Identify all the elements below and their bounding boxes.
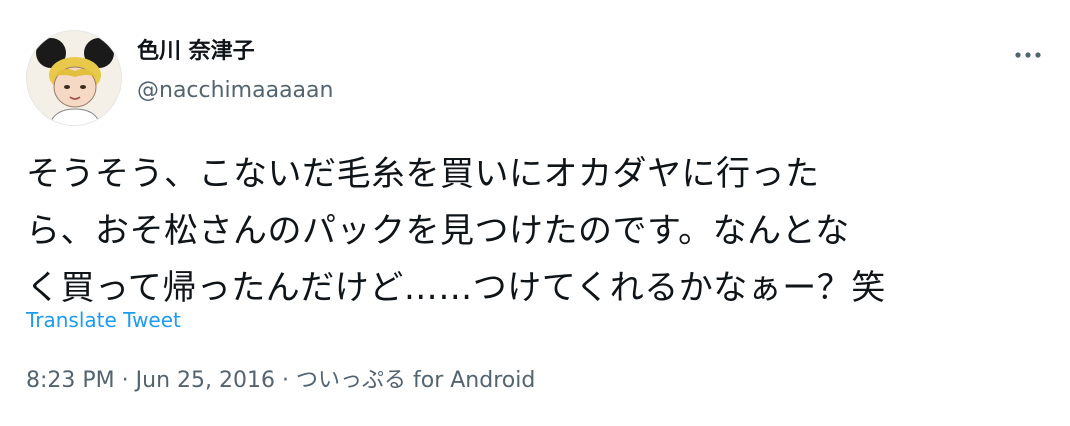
- tweet-text-line: ら、おそ松さんのパックを見つけたのです。なんとな: [26, 211, 850, 251]
- avatar-illustration: [27, 31, 121, 125]
- more-horizontal-icon: [1015, 52, 1041, 58]
- separator: ·: [121, 368, 129, 393]
- tweet-date[interactable]: Jun 25, 2016: [136, 368, 275, 393]
- more-options-button[interactable]: [1010, 42, 1046, 68]
- tweet-time[interactable]: 8:23 PM: [26, 368, 115, 393]
- tweet-text: そうそう、こないだ毛糸を買いにオカダヤに行った ら、おそ松さんのパックを見つけた…: [26, 146, 1046, 317]
- tweet-metadata: 8:23 PM · Jun 25, 2016 · ついっぷる for Andro…: [26, 366, 535, 396]
- tweet-text-line: そうそう、こないだ毛糸を買いにオカダヤに行った: [26, 154, 820, 194]
- separator: ·: [282, 368, 289, 393]
- author-display-name[interactable]: 色川 奈津子: [137, 38, 255, 66]
- tweet-source[interactable]: ついっぷる for Android: [296, 368, 535, 393]
- avatar[interactable]: [26, 30, 122, 126]
- author-handle[interactable]: @nacchimaaaaan: [137, 77, 333, 105]
- translate-tweet-link[interactable]: Translate Tweet: [26, 307, 181, 333]
